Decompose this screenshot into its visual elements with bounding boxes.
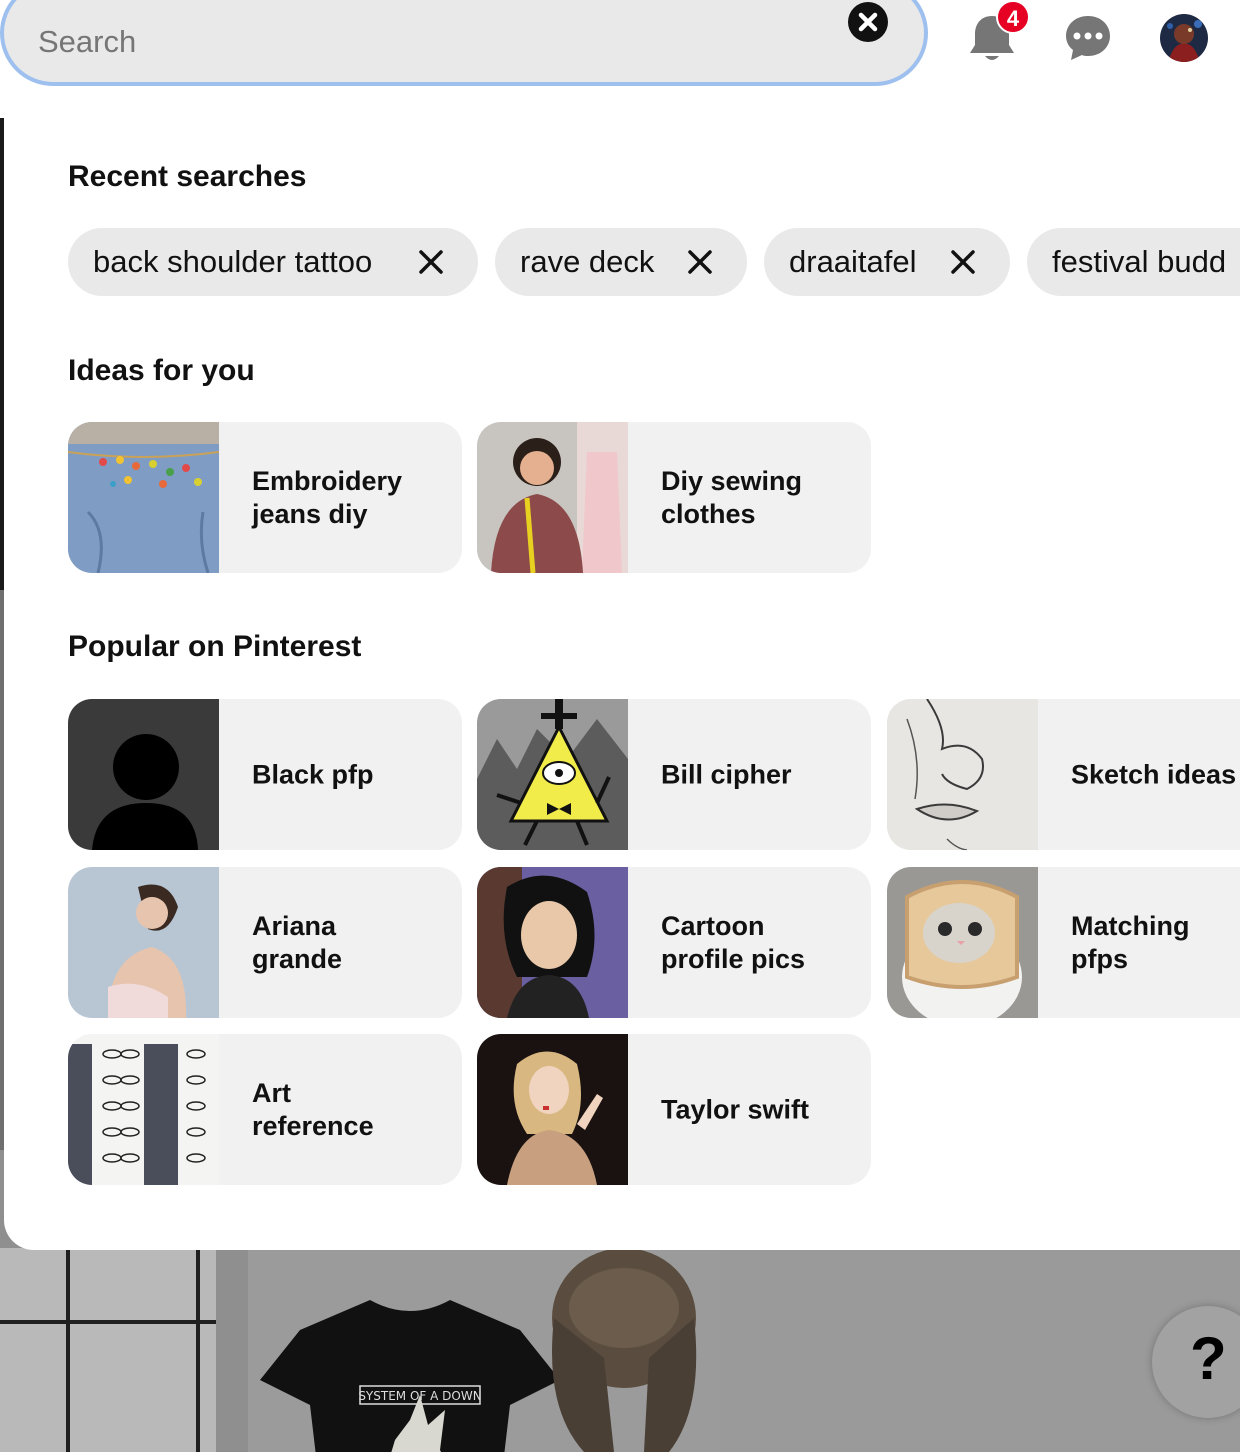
chip-label: festival budd [1052, 244, 1227, 279]
recent-search-chip[interactable]: rave deck [495, 228, 747, 296]
chat-bubble-icon [1066, 16, 1110, 60]
popular-card[interactable]: Sketch ideas [887, 699, 1240, 850]
sketch-image [887, 699, 1038, 850]
clear-search-button[interactable] [848, 2, 888, 42]
cartoon-pfp-image [477, 867, 628, 1018]
sewing-person-image [477, 422, 628, 573]
card-label: Bill cipher [661, 759, 792, 789]
card-thumbnail [477, 422, 628, 573]
card-thumbnail [68, 699, 219, 850]
chip-label: back shoulder tattoo [93, 244, 373, 279]
popular-on-pinterest-title: Popular on Pinterest [68, 630, 362, 663]
card-label: Art reference [252, 1077, 374, 1141]
header: 4 [0, 0, 1240, 118]
background-pin-tshirt: SYSTEM OF A DOWN [248, 1248, 720, 1452]
card-label: Ariana grande [252, 910, 343, 974]
recent-search-chip[interactable]: festival budd [1027, 228, 1240, 296]
chip-label: draaitafel [789, 244, 917, 279]
eye-reference-image [68, 1034, 219, 1185]
fur-hat-image [552, 1248, 697, 1452]
help-label: ? [1190, 1325, 1227, 1392]
ideas-for-you-title: Ideas for you [68, 354, 255, 387]
close-icon[interactable] [686, 248, 714, 276]
avatar-image [1160, 14, 1208, 62]
recent-search-chip[interactable]: draaitafel [764, 228, 1010, 296]
card-label: Taylor swift [661, 1094, 810, 1124]
recent-searches-title: Recent searches [68, 160, 307, 193]
card-thumbnail [887, 699, 1038, 850]
popular-card[interactable]: Ariana grande [68, 867, 462, 1018]
card-thumbnail [477, 699, 628, 850]
messages-button[interactable] [1062, 12, 1114, 64]
card-label: Matching pfps [1071, 910, 1190, 974]
close-icon[interactable] [949, 248, 977, 276]
card-label: Diy sewing clothes [661, 465, 803, 529]
taylor-swift-image [477, 1034, 628, 1185]
card-thumbnail [68, 867, 219, 1018]
card-thumbnail [477, 867, 628, 1018]
notifications-badge: 4 [996, 0, 1030, 34]
chip-label: rave deck [520, 244, 655, 279]
card-label: Black pfp [252, 759, 374, 789]
bill-cipher-image [477, 699, 628, 850]
card-thumbnail [477, 1034, 628, 1185]
popular-card[interactable]: Taylor swift [477, 1034, 871, 1185]
card-thumbnail [68, 422, 219, 573]
idea-card[interactable]: Embroidery jeans diy [68, 422, 462, 573]
card-thumbnail [68, 1034, 219, 1185]
close-icon[interactable] [417, 248, 445, 276]
card-label: Sketch ideas [1071, 759, 1237, 789]
search-input[interactable] [38, 20, 798, 64]
black-pfp-image [68, 699, 219, 850]
idea-card[interactable]: Diy sewing clothes [477, 422, 871, 573]
profile-avatar[interactable] [1160, 14, 1208, 62]
popular-card[interactable]: Art reference [68, 1034, 462, 1185]
card-label: Cartoon profile pics [661, 910, 806, 974]
search-dropdown: Recent searches back shoulder tattoo rav… [4, 118, 1240, 1250]
background-pin-grid [0, 1248, 216, 1452]
card-thumbnail [887, 867, 1038, 1018]
recent-search-chip[interactable]: back shoulder tattoo [68, 228, 478, 296]
popular-card[interactable]: Black pfp [68, 699, 462, 850]
popular-card[interactable]: Cartoon profile pics [477, 867, 871, 1018]
tshirt-image: SYSTEM OF A DOWN [260, 1300, 560, 1452]
popular-card[interactable]: Matching pfps [887, 867, 1240, 1018]
card-label: Embroidery jeans diy [252, 465, 403, 529]
ariana-grande-image [68, 867, 219, 1018]
close-icon [858, 12, 878, 32]
embroidered-jeans-image [68, 422, 219, 573]
popular-card[interactable]: Bill cipher [477, 699, 871, 850]
search-bar [0, 0, 928, 86]
cat-bread-image [887, 867, 1038, 1018]
recent-searches-list: back shoulder tattoo rave deck draaitafe… [68, 228, 1240, 296]
